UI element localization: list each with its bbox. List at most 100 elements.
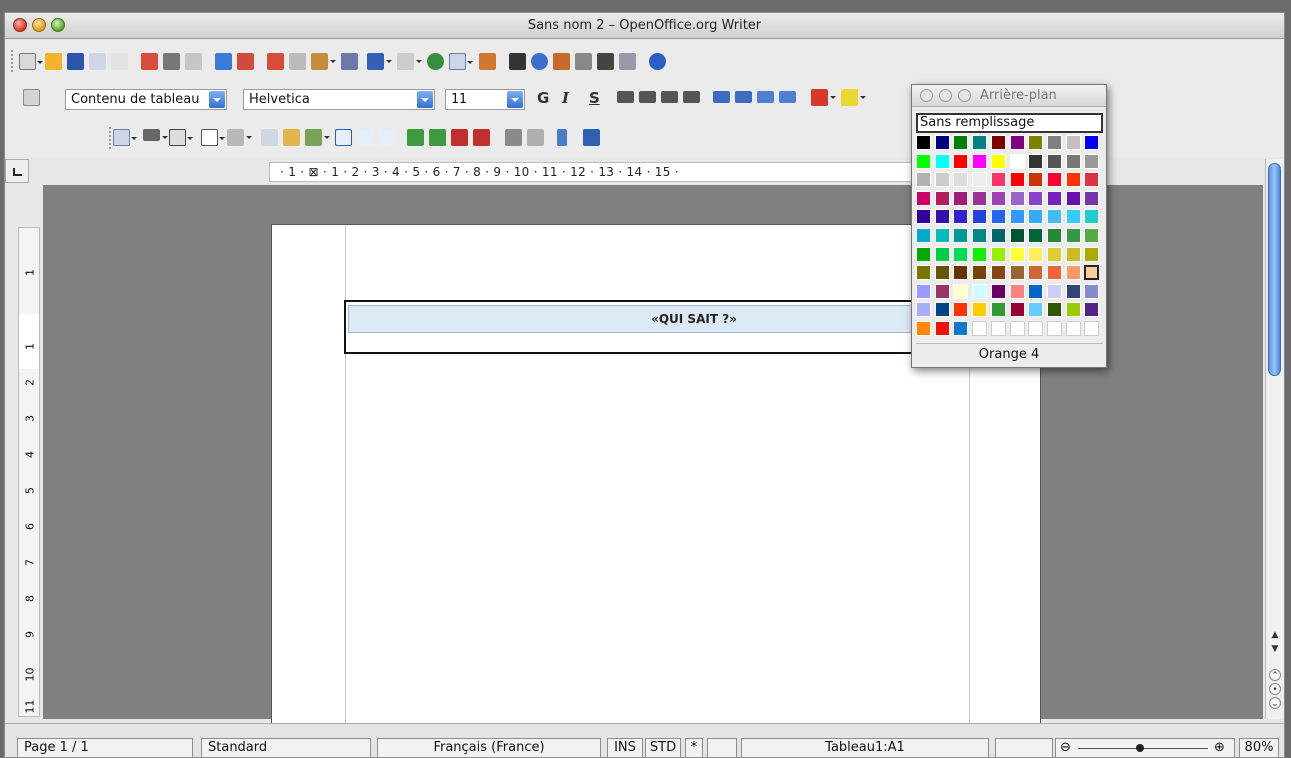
color-swatch[interactable] [1065, 246, 1081, 262]
color-swatch[interactable] [1009, 209, 1025, 225]
save-icon[interactable] [67, 53, 84, 70]
align-left-icon[interactable] [617, 91, 634, 103]
color-swatch[interactable] [953, 302, 969, 318]
align-center-icon[interactable] [639, 91, 656, 103]
bold-button[interactable]: G [537, 89, 549, 107]
gallery-icon[interactable] [553, 53, 570, 70]
edit-file-icon[interactable] [111, 53, 128, 70]
show-draw-functions-icon[interactable] [479, 53, 496, 70]
merge-cells-icon[interactable] [261, 129, 278, 146]
next-page-icon[interactable]: ⌄ [1269, 697, 1281, 709]
color-swatch[interactable] [1009, 228, 1025, 243]
page-count[interactable]: Page 1 / 1 [17, 738, 193, 757]
data-sources-icon[interactable] [575, 53, 592, 70]
color-swatch[interactable] [934, 246, 950, 262]
color-swatch[interactable] [1009, 302, 1025, 318]
color-swatch[interactable] [972, 135, 988, 150]
color-swatch[interactable] [972, 283, 988, 299]
color-swatch[interactable] [1065, 265, 1081, 281]
color-swatch[interactable] [934, 283, 950, 299]
autospellcheck-icon[interactable] [237, 53, 254, 70]
popup-minimize-icon[interactable] [939, 89, 952, 102]
export-pdf-icon[interactable] [141, 53, 158, 70]
color-swatch[interactable] [934, 321, 950, 336]
popup-close-icon[interactable] [920, 89, 933, 102]
insert-mode[interactable]: INS [607, 738, 643, 757]
color-swatch[interactable] [990, 209, 1006, 225]
color-swatch[interactable] [953, 172, 969, 188]
color-swatch[interactable] [916, 153, 931, 169]
color-swatch[interactable] [1009, 172, 1025, 188]
color-swatch[interactable] [916, 190, 931, 206]
color-swatch[interactable] [934, 135, 950, 150]
delete-row-icon[interactable] [451, 129, 468, 146]
color-swatch[interactable] [953, 321, 969, 336]
color-swatch[interactable] [1084, 321, 1100, 336]
color-swatch[interactable] [1084, 265, 1100, 281]
color-swatch[interactable] [1028, 209, 1044, 225]
justify-icon[interactable] [683, 91, 700, 103]
italic-button[interactable]: I [562, 89, 569, 107]
color-swatch[interactable] [916, 135, 931, 150]
formatting-marks-icon[interactable] [597, 53, 614, 70]
color-swatch[interactable] [1084, 153, 1100, 169]
table-properties-icon[interactable] [527, 129, 544, 146]
increase-indent-icon[interactable] [779, 91, 796, 103]
cut-icon[interactable] [267, 53, 284, 70]
color-swatch[interactable] [1028, 153, 1044, 169]
font-size-select[interactable]: 11 [445, 89, 525, 110]
align-bottom-icon[interactable] [379, 129, 396, 146]
color-swatch[interactable] [1065, 153, 1081, 169]
color-swatch[interactable] [1028, 228, 1044, 243]
color-swatch[interactable] [953, 265, 969, 281]
color-swatch[interactable] [990, 172, 1006, 188]
decrease-indent-icon[interactable] [757, 91, 774, 103]
vertical-scrollbar[interactable]: ▲ ▼ ⌃ • ⌄ [1265, 159, 1283, 719]
color-swatch[interactable] [916, 283, 931, 299]
optimize-icon[interactable] [305, 129, 330, 146]
color-swatch[interactable] [972, 209, 988, 225]
numbering-icon[interactable] [713, 91, 730, 103]
color-swatch[interactable] [1065, 190, 1081, 206]
line-color-icon[interactable] [169, 129, 193, 146]
insert-table-icon[interactable] [113, 129, 137, 146]
spellcheck-icon[interactable] [215, 53, 232, 70]
color-swatch[interactable] [990, 265, 1006, 281]
popup-zoom-icon[interactable] [958, 89, 971, 102]
color-swatch[interactable] [1084, 302, 1100, 318]
table-icon[interactable] [449, 53, 473, 70]
color-swatch[interactable] [1046, 135, 1062, 150]
zoom-knob[interactable] [1136, 744, 1144, 752]
zoom-slider[interactable]: ⊖ ⊕ [1055, 738, 1235, 757]
center-vertically-icon[interactable] [357, 129, 374, 146]
insert-column-icon[interactable] [429, 129, 446, 146]
color-swatch[interactable] [1009, 321, 1025, 336]
color-swatch[interactable] [934, 302, 950, 318]
color-swatch[interactable] [1084, 246, 1100, 262]
zoom-percent[interactable]: 80% [1239, 738, 1279, 757]
scroll-down-icon[interactable]: ▼ [1269, 643, 1281, 655]
color-swatch[interactable] [972, 172, 988, 188]
color-swatch[interactable] [972, 321, 988, 336]
color-swatch[interactable] [972, 246, 988, 262]
color-swatch[interactable] [1028, 265, 1044, 281]
signature-field[interactable] [707, 738, 737, 757]
color-swatch[interactable] [916, 209, 931, 225]
color-swatch[interactable] [990, 321, 1006, 336]
color-swatch[interactable] [1009, 246, 1025, 262]
color-swatch[interactable] [1046, 302, 1062, 318]
no-fill-option[interactable]: Sans remplissage [916, 113, 1103, 133]
insert-row-icon[interactable] [407, 129, 424, 146]
color-swatch[interactable] [1009, 190, 1025, 206]
color-swatch[interactable] [990, 246, 1006, 262]
color-swatch[interactable] [972, 153, 988, 169]
color-swatch[interactable] [1028, 321, 1044, 336]
color-swatch[interactable] [1028, 283, 1044, 299]
color-swatch[interactable] [953, 190, 969, 206]
color-swatch[interactable] [953, 283, 969, 299]
color-swatch[interactable] [1009, 283, 1025, 299]
autoformat-icon[interactable] [505, 129, 522, 146]
color-swatch[interactable] [1009, 265, 1025, 281]
color-swatch[interactable] [990, 228, 1006, 243]
color-swatch[interactable] [1028, 172, 1044, 188]
